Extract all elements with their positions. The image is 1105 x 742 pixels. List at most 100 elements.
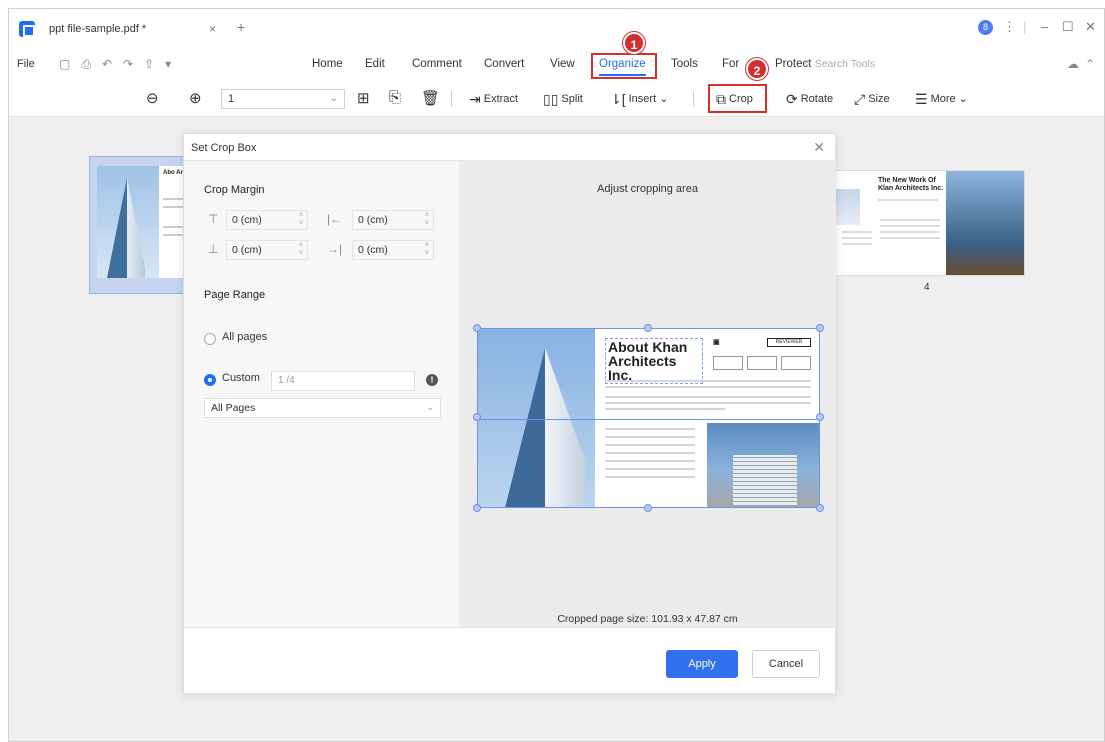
crop-highlight: [708, 84, 767, 113]
crop-handle-bottom-left[interactable]: [473, 504, 481, 512]
menu-edit[interactable]: Edit: [365, 58, 385, 70]
menu-comment[interactable]: Comment: [412, 58, 462, 70]
crop-handle-top-left[interactable]: [473, 324, 481, 332]
crop-handle-bottom-right[interactable]: [816, 504, 824, 512]
title-divider: |: [1023, 19, 1027, 34]
insert-button[interactable]: ⇂[Insert ⌄: [610, 91, 668, 108]
app-window: ppt file-sample.pdf * × + 8 ⋮ | – ☐ ✕ Fi…: [8, 8, 1105, 742]
left-margin-value: 0 (cm): [358, 214, 388, 226]
app-logo-icon: [19, 21, 35, 37]
menu-tools[interactable]: Tools: [671, 58, 698, 70]
right-margin-value: 0 (cm): [358, 244, 388, 256]
page-range-select[interactable]: All Pages ⌄: [204, 398, 441, 418]
crop-handle-left[interactable]: [473, 413, 481, 421]
insert-page-icon[interactable]: ⊞: [357, 89, 370, 107]
more-icon: ☰: [915, 91, 928, 107]
callout-1: 1: [623, 32, 645, 54]
top-margin-input[interactable]: 0 (cm) ˄ ˅: [226, 210, 308, 230]
page-thumbnail-1[interactable]: Abo Arc: [89, 156, 189, 294]
chevron-down-icon: ⌄: [426, 402, 434, 412]
all-pages-label[interactable]: All pages: [222, 331, 267, 343]
page-range-select-value: All Pages: [211, 402, 256, 414]
page-number-value: 1: [228, 93, 235, 105]
crop-handle-top[interactable]: [644, 324, 652, 332]
delete-icon[interactable]: 🗑: [421, 89, 440, 107]
more-options-icon[interactable]: ⋮: [1003, 19, 1016, 35]
new-tab-icon[interactable]: +: [237, 19, 245, 35]
more-button[interactable]: ☰ More ⌄: [915, 91, 968, 108]
bottom-margin-value: 0 (cm): [232, 244, 262, 256]
document-tab[interactable]: ppt file-sample.pdf * ×: [49, 19, 227, 41]
page-thumbnail-4[interactable]: The New Work Of Klan Architects Inc.: [835, 170, 1025, 276]
organize-highlight: [591, 53, 657, 79]
extract-label: Extract: [483, 93, 518, 105]
replace-page-icon[interactable]: ⎘: [389, 89, 401, 106]
text-line: [163, 206, 185, 208]
toolbar-divider: [693, 91, 694, 107]
close-tab-icon[interactable]: ×: [209, 22, 216, 36]
right-margin-input[interactable]: 0 (cm) ˄ ˅: [352, 240, 434, 260]
bottom-margin-icon: ⊥: [208, 242, 219, 256]
adjust-cropping-label: Adjust cropping area: [597, 183, 698, 195]
crop-area-inner[interactable]: [477, 328, 820, 420]
search-tools-input[interactable]: ✧ Search Tools: [803, 58, 875, 70]
cancel-button[interactable]: Cancel: [752, 650, 820, 678]
custom-range-input[interactable]: 1 /4: [271, 371, 415, 391]
all-pages-radio[interactable]: [204, 333, 216, 345]
cloud-and-collapse-icons[interactable]: ☁⌃: [1067, 57, 1101, 71]
thumbnail-page: Abo Arc: [97, 166, 189, 278]
close-window-icon[interactable]: ✕: [1085, 19, 1096, 35]
crop-handle-right[interactable]: [816, 413, 824, 421]
page-number-input[interactable]: 1 ⌄: [221, 89, 345, 109]
custom-radio[interactable]: [204, 374, 216, 386]
text-line: [880, 225, 940, 227]
dialog-close-icon[interactable]: ✕: [813, 139, 825, 156]
more-label: More: [930, 93, 956, 105]
rotate-button[interactable]: ⟳ Rotate: [786, 91, 833, 108]
crop-handle-bottom[interactable]: [644, 504, 652, 512]
menu-home[interactable]: Home: [312, 58, 343, 70]
page-workspace: Abo Arc The New Work Of Klan Architects …: [9, 118, 1104, 741]
left-margin-input[interactable]: 0 (cm) ˄ ˅: [352, 210, 434, 230]
menu-form[interactable]: For: [722, 58, 739, 70]
zoom-in-icon[interactable]: ⊕: [189, 89, 202, 107]
thumbnail-title: The New Work Of Klan Architects Inc.: [878, 177, 944, 192]
cropped-size-label: Cropped page size: 101.93 x 47.87 cm: [557, 613, 738, 625]
info-icon[interactable]: !: [426, 374, 438, 386]
split-button[interactable]: ▯▯ Split: [543, 91, 583, 108]
extract-icon: ⇥: [469, 91, 481, 107]
extract-button[interactable]: ⇥ Extract: [469, 91, 518, 108]
quick-access-icons[interactable]: ▢⎙↶↷⇧▾: [59, 57, 182, 72]
menu-convert[interactable]: Convert: [484, 58, 524, 70]
split-label: Split: [561, 93, 583, 105]
bottom-margin-input[interactable]: 0 (cm) ˄ ˅: [226, 240, 308, 260]
text-line: [878, 199, 938, 201]
text-line: [163, 226, 185, 228]
stepper-arrows-icon[interactable]: ˄ ˅: [425, 242, 429, 258]
crop-settings-panel: Crop Margin ⊤ 0 (cm) ˄ ˅ |← 0 (cm) ˄ ˅ ⊥ 0…: [184, 160, 459, 627]
zoom-out-icon[interactable]: ⊖: [146, 89, 159, 107]
apply-button[interactable]: Apply: [666, 650, 738, 678]
avatar[interactable]: 8: [978, 20, 993, 35]
toolbar-divider: [451, 91, 452, 107]
crop-handle-top-right[interactable]: [816, 324, 824, 332]
chevron-down-icon: ⌄: [329, 93, 338, 104]
insert-icon: ⇂[: [610, 91, 626, 107]
menu-bar: File ▢⎙↶↷⇧▾ Home Edit Comment Convert Vi…: [9, 49, 1104, 81]
menu-file[interactable]: File: [17, 58, 35, 70]
menu-view[interactable]: View: [550, 58, 575, 70]
minimize-icon[interactable]: –: [1041, 19, 1048, 34]
text-line: [880, 237, 940, 239]
stepper-arrows-icon[interactable]: ˄ ˅: [425, 212, 429, 228]
stepper-arrows-icon[interactable]: ˄ ˅: [299, 242, 303, 258]
building-image: [836, 189, 860, 225]
stepper-arrows-icon[interactable]: ˄ ˅: [299, 212, 303, 228]
maximize-icon[interactable]: ☐: [1062, 19, 1074, 35]
crop-preview-panel: Adjust cropping area About Khan Architec…: [459, 160, 836, 627]
size-button[interactable]: ⤢ Size: [854, 91, 890, 108]
size-label: Size: [868, 93, 890, 105]
dialog-title: Set Crop Box: [191, 142, 257, 154]
size-icon: ⤢: [854, 91, 866, 107]
top-margin-value: 0 (cm): [232, 214, 262, 226]
custom-label[interactable]: Custom: [222, 372, 260, 384]
